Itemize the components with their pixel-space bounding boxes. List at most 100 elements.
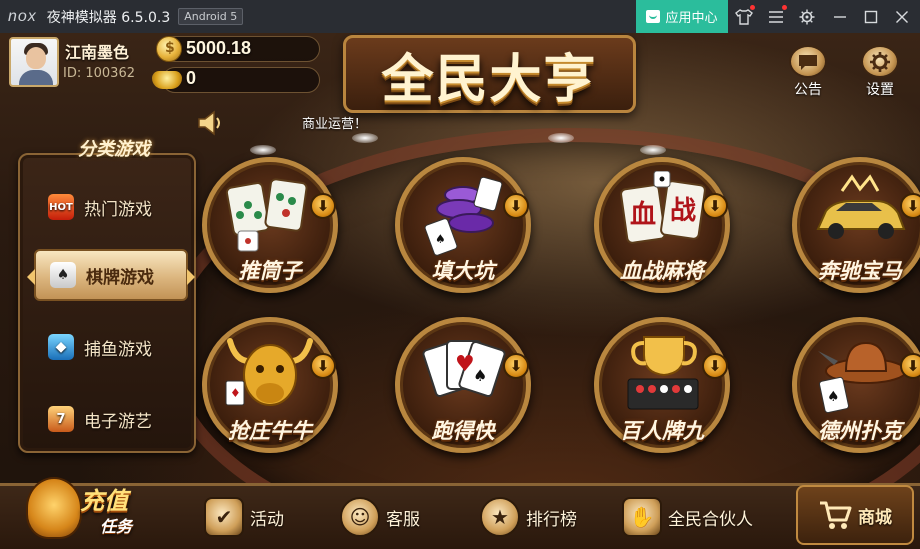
download-icon[interactable]: ⬇ bbox=[702, 193, 728, 219]
gear-icon[interactable] bbox=[797, 7, 817, 27]
game-logo-text: 全民大亨 bbox=[381, 48, 598, 110]
gold-balance: 5000.18 bbox=[186, 38, 252, 58]
app-center-label: 应用中心 bbox=[665, 11, 718, 26]
game-name: 推筒子 bbox=[238, 259, 302, 283]
app-center-button[interactable]: 应用中心 bbox=[636, 0, 728, 33]
avatar[interactable] bbox=[9, 37, 59, 87]
category-label: 棋牌游戏 bbox=[86, 267, 154, 288]
gear-icon bbox=[861, 45, 899, 78]
game-name: 百人牌九 bbox=[620, 419, 704, 443]
cowboy-hat-icon: ♠ bbox=[818, 341, 907, 414]
selected-arrow-left bbox=[27, 269, 35, 285]
game-tile[interactable]: ⬇ 百人牌九 bbox=[592, 315, 732, 455]
notification-dot bbox=[782, 5, 787, 10]
fortune-god-icon bbox=[26, 477, 82, 539]
shirt-icon[interactable] bbox=[734, 5, 755, 27]
download-icon[interactable]: ⬇ bbox=[503, 193, 529, 219]
activity-button[interactable]: ✔ 活动 bbox=[204, 493, 284, 541]
game-tile[interactable]: 血 战 ⬇ 血战麻将 bbox=[592, 155, 732, 295]
game-name: 跑得快 bbox=[431, 419, 495, 443]
game-logo: 全民大亨 bbox=[343, 35, 636, 113]
game-name: 德州扑克 bbox=[818, 419, 902, 443]
mahjong-tiles-icon bbox=[225, 178, 308, 252]
settings-button-label: 设置 bbox=[866, 82, 894, 98]
game-tile[interactable]: ⬇ 推筒子 bbox=[200, 155, 340, 295]
playing-cards-icon: ♥ ♠ bbox=[422, 340, 506, 398]
category-label: 电子游艺 bbox=[84, 411, 152, 432]
speaker-icon bbox=[198, 110, 220, 136]
game-tile[interactable]: ⬇ 奔驰宝马 bbox=[790, 155, 920, 295]
download-icon[interactable]: ⬇ bbox=[503, 353, 529, 379]
gold-ingot-icon bbox=[152, 71, 182, 89]
close-icon[interactable] bbox=[892, 7, 912, 27]
charge-title: 充值 bbox=[80, 487, 128, 515]
menu-icon[interactable] bbox=[766, 5, 787, 27]
notice-button[interactable]: 公告 bbox=[786, 45, 830, 99]
car-icon bbox=[816, 174, 906, 239]
game-tile[interactable]: ♠ ⬇ 德州扑克 bbox=[790, 315, 920, 455]
category-panel: 分类游戏 HOT 热门游戏 ♠ 棋牌游戏 ◆ 捕鱼游戏 7 电子游艺 bbox=[18, 139, 196, 453]
game-tile[interactable]: ♥ ♠ ⬇ 跑得快 bbox=[393, 315, 533, 455]
chips-cards-icon: ♠ bbox=[424, 176, 503, 256]
notice-icon bbox=[789, 45, 827, 78]
game-name: 奔驰宝马 bbox=[818, 259, 902, 283]
spotlight bbox=[640, 145, 666, 155]
trophy-icon bbox=[627, 336, 699, 410]
nox-logo: nox bbox=[8, 7, 37, 25]
charge-subtitle: 任务 bbox=[100, 517, 133, 536]
svg-text:♦: ♦ bbox=[230, 386, 241, 400]
svg-text:♥: ♥ bbox=[455, 352, 475, 377]
mahjong-icon: 血 战 bbox=[620, 171, 706, 244]
user-nickname: 江南墨色 bbox=[65, 43, 130, 62]
partner-button[interactable]: ✋ 全民合伙人 bbox=[622, 493, 753, 541]
category-label: 热门游戏 bbox=[84, 199, 152, 220]
leaderboard-button[interactable]: ★ 排行榜 bbox=[480, 493, 577, 541]
cards-icon: ♠ bbox=[50, 262, 76, 288]
ingot-balance: 0 bbox=[186, 68, 197, 88]
minimize-icon[interactable] bbox=[830, 7, 850, 27]
download-icon[interactable]: ⬇ bbox=[900, 353, 920, 379]
category-hot-games[interactable]: HOT 热门游戏 bbox=[34, 181, 188, 233]
bull-icon: ♦ bbox=[225, 338, 313, 406]
game-name: 血战麻将 bbox=[620, 259, 704, 283]
notification-dot bbox=[750, 5, 755, 10]
settings-button[interactable]: 设置 bbox=[858, 45, 902, 99]
notice-button-label: 公告 bbox=[794, 82, 822, 98]
notice-text: 商业运营！ bbox=[302, 117, 368, 132]
rank-star-icon: ★ bbox=[480, 497, 520, 537]
svg-text:♠: ♠ bbox=[473, 366, 487, 385]
spotlight bbox=[250, 145, 276, 155]
category-label: 捕鱼游戏 bbox=[84, 339, 152, 360]
game-name: 抢庄牛牛 bbox=[228, 419, 312, 443]
game-tile[interactable]: ♠ ⬇ 填大坑 bbox=[393, 155, 533, 295]
game-name: 填大坑 bbox=[431, 259, 495, 283]
svg-text:♠: ♠ bbox=[827, 389, 840, 405]
support-button[interactable]: ☺ 客服 bbox=[340, 493, 420, 541]
svg-text:♠: ♠ bbox=[435, 232, 446, 246]
svg-text:血: 血 bbox=[630, 200, 656, 230]
hot-icon: HOT bbox=[48, 194, 74, 220]
shop-label: 商城 bbox=[858, 507, 892, 528]
emulator-title-bar: nox 夜神模拟器 6.5.0.3 Android 5 应用中心 bbox=[0, 0, 920, 33]
game-lobby: 江南墨色 ID: 100362 5000.18 0 全民大亨 商业运营！ 公告 … bbox=[0, 33, 920, 549]
shop-button[interactable]: 商城 bbox=[796, 485, 914, 545]
gold-coin-icon bbox=[156, 36, 182, 62]
slot-icon: 7 bbox=[48, 406, 74, 432]
category-panel-title: 分类游戏 bbox=[78, 139, 150, 160]
nav-label: 排行榜 bbox=[526, 509, 577, 530]
maximize-icon[interactable] bbox=[861, 7, 881, 27]
charge-task-button[interactable]: 充值 任务 bbox=[18, 471, 144, 549]
game-tile[interactable]: ♦ ⬇ 抢庄牛牛 bbox=[200, 315, 340, 455]
download-icon[interactable]: ⬇ bbox=[702, 353, 728, 379]
category-card-games[interactable]: ♠ 棋牌游戏 bbox=[27, 249, 195, 301]
category-fishing-games[interactable]: ◆ 捕鱼游戏 bbox=[34, 321, 188, 373]
cart-icon bbox=[820, 501, 852, 529]
category-slot-games[interactable]: 7 电子游艺 bbox=[34, 393, 188, 445]
support-face-icon: ☺ bbox=[340, 497, 380, 537]
handshake-icon: ✋ bbox=[622, 497, 662, 537]
download-icon[interactable]: ⬇ bbox=[310, 193, 336, 219]
android-version-badge: Android 5 bbox=[178, 8, 244, 25]
download-icon[interactable]: ⬇ bbox=[900, 193, 920, 219]
download-icon[interactable]: ⬇ bbox=[310, 353, 336, 379]
calendar-check-icon: ✔ bbox=[204, 497, 244, 537]
